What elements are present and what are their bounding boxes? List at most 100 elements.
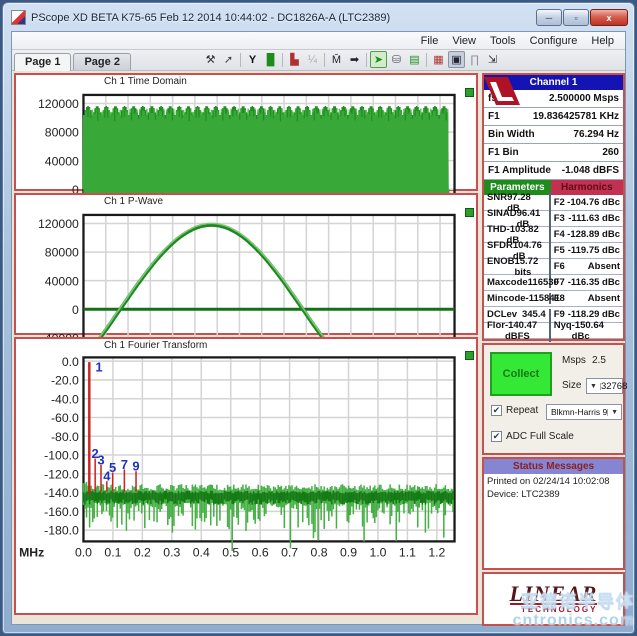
logo-line2: TECHNOLOGY — [510, 605, 598, 614]
app-window: PScope XD BETA K75-65 Feb 12 2014 10:44:… — [2, 2, 635, 634]
probe-arrow-icon[interactable]: ➚ — [220, 51, 237, 68]
svg-text:-120.0: -120.0 — [44, 467, 79, 481]
y-scale-icon[interactable]: Y — [244, 51, 261, 68]
chevron-down-icon[interactable]: ▼ — [587, 383, 601, 390]
collect-pointer-icon[interactable]: ➤ — [370, 51, 387, 68]
continuous-average-icon[interactable]: ➡ — [346, 51, 363, 68]
svg-text:-140.0: -140.0 — [44, 486, 79, 500]
maximize-button[interactable]: ▫ — [563, 9, 589, 26]
grid-icon[interactable]: ▦ — [430, 51, 447, 68]
channel-info-value: -1.048 dBFS — [562, 165, 619, 176]
menu-item-configure[interactable]: Configure — [523, 34, 585, 48]
fourier-plot[interactable]: 0.0-20.0-40.0-60.0-80.0-100.0-120.0-140.… — [16, 339, 476, 569]
menu-item-help[interactable]: Help — [584, 34, 621, 48]
samples-icon[interactable]: ⛁ — [388, 51, 405, 68]
time-domain-panel: Ch 1 Time Domain 12000080000400000-40000… — [14, 73, 478, 191]
channel-info-row: F119.836425781 KHz — [484, 108, 623, 126]
tab-page-2[interactable]: Page 2 — [73, 53, 130, 70]
channel-info-label: Bin Width — [488, 129, 535, 140]
harmonic-value: Absent — [588, 261, 620, 272]
menu-item-file[interactable]: File — [414, 34, 446, 48]
harmonic-label: F5 — [554, 245, 565, 256]
display-icon[interactable]: ▣ — [448, 51, 465, 68]
repeat-checkbox[interactable]: ✔ Repeat — [491, 405, 538, 416]
harmonic-label: F3 — [554, 213, 565, 224]
tabs: Page 1Page 2 — [12, 52, 131, 70]
msps-value[interactable]: 2.5 — [592, 355, 606, 366]
p-wave-title: Ch 1 P-Wave — [104, 196, 163, 207]
toolbar-separator — [366, 53, 367, 67]
toolbar-separator — [240, 53, 241, 67]
status-body: Printed on 02/24/14 10:02:08Device: LTC2… — [484, 474, 623, 568]
histogram-icon[interactable]: ▙ — [286, 51, 303, 68]
toolbar-separator — [426, 53, 427, 67]
tools-icon[interactable]: ⚒ — [202, 51, 219, 68]
menu-item-tools[interactable]: Tools — [483, 34, 523, 48]
notes-icon[interactable]: ▤ — [406, 51, 423, 68]
client-area: FileViewToolsConfigureHelp Page 1Page 2 … — [11, 31, 626, 625]
harmonic-label: F7 — [554, 277, 565, 288]
parameter-label: Maxcode — [487, 277, 528, 288]
toolbar: ⚒➚ Y▐▌ ▙¼ M̄➡ ➤⛁▤ ▦▣∏⇲ — [202, 51, 501, 68]
svg-text:0.0: 0.0 — [62, 355, 79, 369]
menu-bar: FileViewToolsConfigureHelp — [12, 32, 625, 50]
tab-page-1[interactable]: Page 1 — [14, 53, 71, 71]
channel-info-value: 19.836425781 KHz — [533, 111, 619, 122]
channel-info-value: 76.294 Hz — [573, 129, 619, 140]
parameter-cell: ENOB15.72 bits — [484, 256, 551, 278]
svg-text:1.1: 1.1 — [399, 546, 416, 560]
checkbox-check-icon[interactable]: ✔ — [491, 431, 502, 442]
parameter-rows: SNR97.28 dBF2-104.76 dBcSINAD96.41 dBF3-… — [484, 195, 623, 339]
chevron-down-icon[interactable]: ▼ — [607, 409, 621, 416]
harmonic-cell: F4-128.89 dBc — [551, 229, 623, 240]
filter-icon[interactable]: ∏ — [466, 51, 483, 68]
svg-text:0.5: 0.5 — [222, 546, 239, 560]
p-wave-panel: Ch 1 P-Wave 12000080000400000-40000-8000… — [14, 193, 478, 335]
window-function-combo[interactable]: Blkmn-Harris 92dB ▼ — [546, 404, 622, 420]
svg-text:0.3: 0.3 — [163, 546, 180, 560]
size-combo[interactable]: ▼ 32768 — [586, 378, 623, 394]
export-icon[interactable]: ⇲ — [484, 51, 501, 68]
harmonic-cell: F6 Absent — [551, 261, 623, 272]
status-messages-box: Status Messages Printed on 02/24/14 10:0… — [482, 457, 625, 570]
svg-text:-20.0: -20.0 — [51, 374, 79, 388]
percent-icon[interactable]: ¼ — [304, 51, 321, 68]
parameter-cell: Mincode-115841 — [484, 293, 551, 304]
svg-text:120000: 120000 — [38, 217, 79, 231]
harmonic-marker-5: 5 — [109, 460, 116, 475]
size-label: Size — [562, 380, 581, 391]
svg-text:-180.0: -180.0 — [44, 524, 79, 538]
close-button[interactable]: x — [590, 9, 628, 26]
svg-text:-40.0: -40.0 — [51, 392, 79, 406]
harmonic-label: F6 — [554, 261, 565, 272]
average-icon[interactable]: M̄ — [328, 51, 345, 68]
size-value: 32768 — [601, 381, 631, 392]
title-bar[interactable]: PScope XD BETA K75-65 Feb 12 2014 10:44:… — [3, 3, 634, 29]
channel-info-row: F1 Amplitude-1.048 dBFS — [484, 162, 623, 180]
svg-text:0.1: 0.1 — [104, 546, 121, 560]
parameter-label: Flor — [487, 320, 505, 342]
menu-item-view[interactable]: View — [445, 34, 483, 48]
channel-info-box: Channel 1 fs2.500000 MspsF119.836425781 … — [482, 73, 625, 341]
harmonic-marker-7: 7 — [121, 457, 128, 472]
green-bars-icon[interactable]: ▐▌ — [262, 51, 279, 68]
svg-text:0.8: 0.8 — [311, 546, 328, 560]
channel-legend-icon — [465, 88, 474, 97]
parameter-value: -140.47 dBFS — [505, 320, 546, 342]
harmonic-cell: F9-118.29 dBc — [551, 309, 623, 320]
adc-full-scale-label: ADC Full Scale — [506, 431, 574, 442]
collect-button[interactable]: Collect — [490, 352, 552, 396]
svg-text:-100.0: -100.0 — [44, 449, 79, 463]
harmonic-value: -111.63 dBc — [568, 213, 620, 224]
channel-info-label: F1 Bin — [488, 147, 519, 158]
svg-text:0.6: 0.6 — [252, 546, 269, 560]
minimize-button[interactable]: ─ — [536, 9, 562, 26]
svg-text:40000: 40000 — [45, 154, 79, 168]
harmonic-cell: F5-119.75 dBc — [551, 245, 623, 256]
window-title: PScope XD BETA K75-65 Feb 12 2014 10:44:… — [31, 12, 530, 24]
checkbox-check-icon[interactable]: ✔ — [491, 405, 502, 416]
adc-full-scale-checkbox[interactable]: ✔ ADC Full Scale — [491, 431, 574, 442]
svg-text:-60.0: -60.0 — [51, 411, 79, 425]
harmonic-marker-3: 3 — [97, 452, 104, 467]
status-line: Device: LTC2389 — [487, 489, 620, 502]
